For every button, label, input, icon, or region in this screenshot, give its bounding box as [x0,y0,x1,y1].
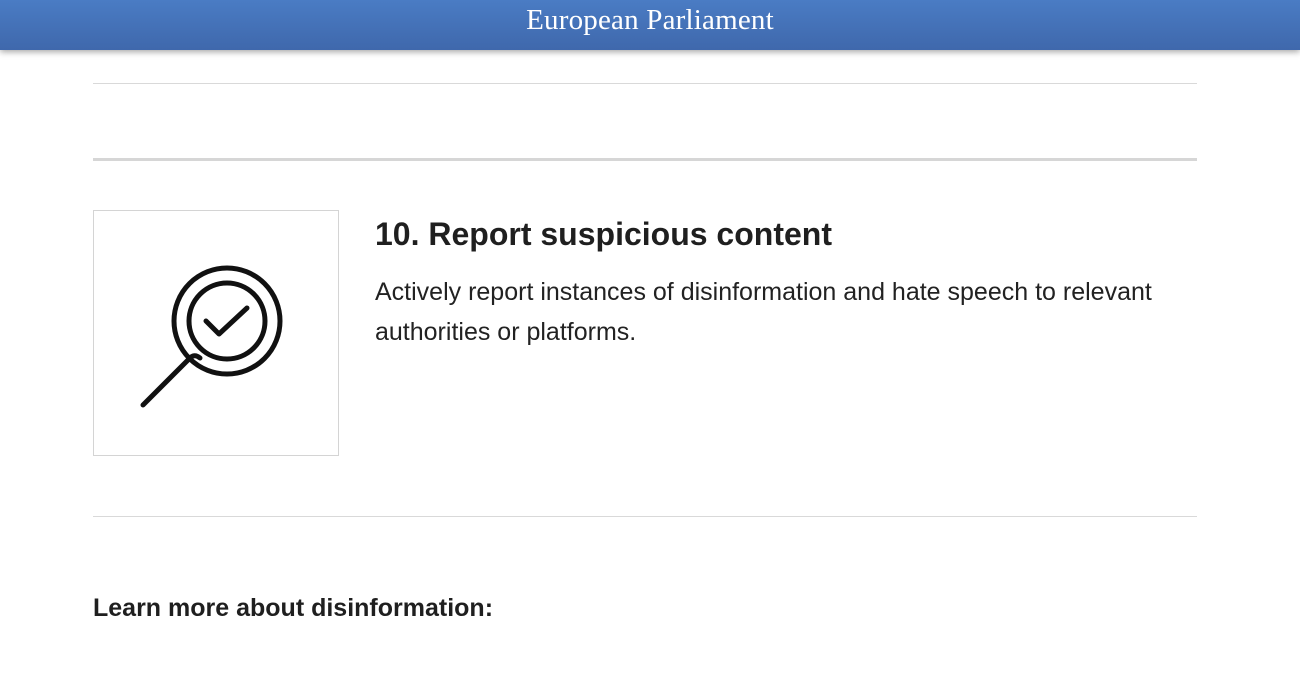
learn-more-heading: Learn more about disinformation: [93,594,494,622]
tip-icon-box [93,210,339,456]
divider [93,83,1197,84]
section-divider [93,158,1197,161]
site-title[interactable]: European Parliament [526,0,774,40]
tip-description: Actively report instances of disinformat… [375,278,1152,346]
tip-title: 10. Report suspicious content [375,216,832,252]
site-header: European Parliament [0,0,1300,50]
magnifier-check-icon [140,265,283,408]
divider [93,516,1197,517]
